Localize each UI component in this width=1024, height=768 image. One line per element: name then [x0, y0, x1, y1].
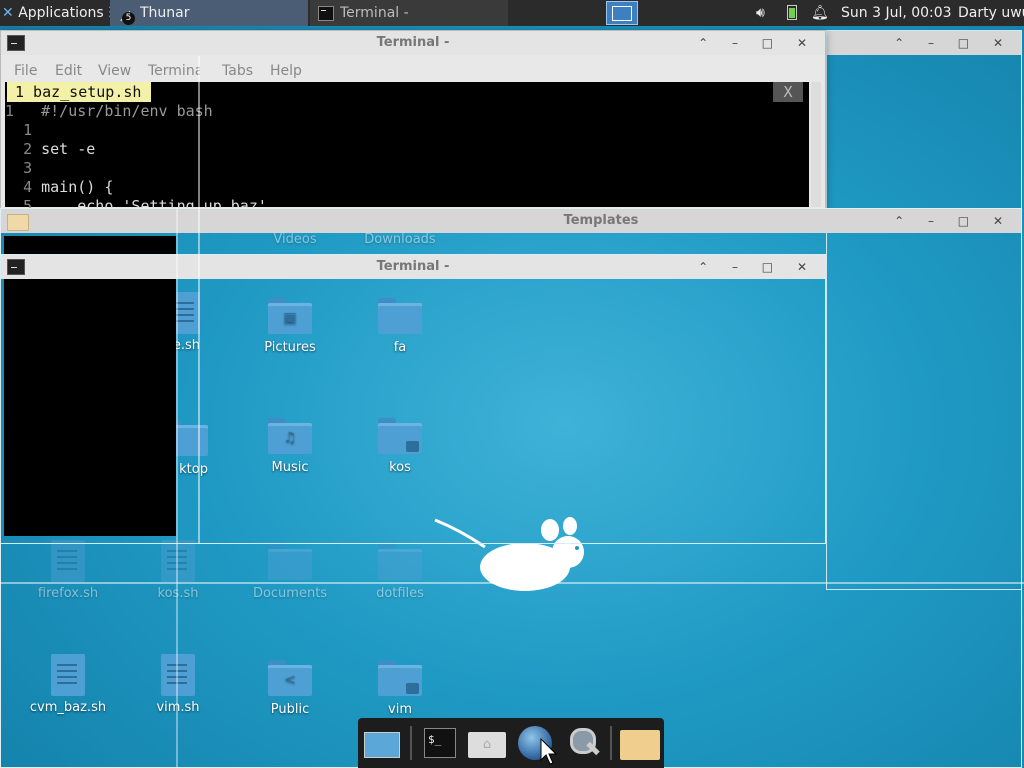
terminal-icon — [318, 6, 334, 21]
taskbar-label: Terminal - — [340, 5, 409, 21]
xfce-logo-icon: ✕ — [2, 5, 14, 21]
line-number: 1 — [23, 121, 33, 139]
dock: $_ ⌂ — [358, 718, 664, 768]
folder-icon — [7, 214, 29, 231]
line-text: set -e — [41, 140, 96, 158]
terminal-window-front[interactable]: Terminal - ⌃ – □ ✕ — [0, 254, 826, 544]
line-number — [5, 121, 23, 139]
code-line: 3 — [5, 159, 41, 177]
file-manager-icon[interactable] — [620, 726, 660, 760]
line-number: 2 — [23, 140, 33, 158]
notification-bell-icon[interactable]: 🔔︎ — [811, 0, 829, 26]
terminal-output[interactable]: 1 baz_setup.sh X 1 #!/usr/bin/env bash 1… — [5, 82, 809, 215]
user-menu[interactable]: Darty uwu — [958, 0, 1024, 26]
show-desktop-icon[interactable] — [364, 726, 400, 760]
terminal-scrollbar[interactable] — [811, 82, 821, 207]
code-line: 1 #!/usr/bin/env bash — [5, 102, 213, 120]
volume-icon[interactable]: 🔊︎ — [756, 0, 765, 26]
home-folder-icon[interactable]: ⌂ — [468, 726, 506, 760]
applications-menu-button[interactable]: ✕ Applications ☰ — [2, 0, 121, 26]
battery-icon[interactable] — [787, 5, 797, 20]
dock-separator — [410, 726, 412, 760]
window-controls[interactable]: ⌃ – □ ✕ — [894, 209, 1013, 233]
terminal-window-top[interactable]: Terminal - ⌃ – □ ✕ File Edit View Termin… — [0, 30, 826, 215]
taskbar-item-terminal[interactable]: Terminal - — [310, 0, 508, 26]
line-text: #!/usr/bin/env bash — [41, 102, 213, 120]
window-titlebar[interactable]: Templates ⌃ – □ ✕ — [1, 209, 1021, 233]
window-titlebar[interactable]: Terminal - ⌃ – □ ✕ — [1, 31, 825, 55]
clock[interactable]: Sun 3 Jul, 00:03 — [841, 0, 952, 26]
window-titlebar[interactable]: ⌃ – □ ✕ — [827, 31, 1021, 55]
window-count-badge: 5 — [122, 12, 135, 25]
window-edge — [0, 582, 1024, 584]
window-edge — [176, 208, 178, 768]
line-text: main() { — [41, 178, 114, 196]
terminal-icon[interactable]: $_ — [422, 726, 458, 760]
top-panel: ✕ Applications ☰ ◢ 5 Thunar Terminal - 🔊… — [0, 0, 1024, 26]
workspace-switcher-icon[interactable] — [606, 1, 638, 25]
mouse-pointer-icon — [540, 738, 558, 765]
code-line: 4 main() { — [5, 178, 113, 196]
line-number: 4 — [23, 178, 33, 196]
vim-tab-close-button[interactable]: X — [773, 82, 803, 102]
line-number: 3 — [23, 159, 33, 177]
window-controls[interactable]: ⌃ – □ ✕ — [698, 255, 817, 279]
line-number: 1 — [5, 102, 15, 120]
taskbar-item-thunar[interactable]: ◢ 5 Thunar — [110, 0, 308, 26]
window-edge — [198, 56, 200, 544]
window-titlebar[interactable]: Terminal - ⌃ – □ ✕ — [1, 255, 825, 279]
code-line: 1 — [5, 121, 41, 139]
vim-tab[interactable]: 1 baz_setup.sh — [7, 82, 152, 102]
window-controls[interactable]: ⌃ – □ ✕ — [894, 31, 1013, 55]
code-line: 2 set -e — [5, 140, 95, 158]
search-icon[interactable] — [566, 726, 602, 760]
applications-label: Applications — [18, 5, 104, 21]
window-controls[interactable]: ⌃ – □ ✕ — [698, 31, 817, 55]
taskbar-label: Thunar — [140, 5, 190, 21]
dock-separator — [610, 726, 612, 760]
